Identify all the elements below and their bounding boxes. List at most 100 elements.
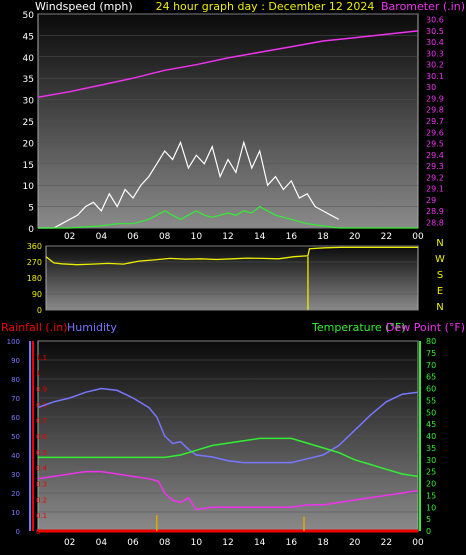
climate-x-tick-label: 10 (191, 538, 203, 548)
barometer-tick-label: 29.9 (426, 94, 444, 103)
climate-x-tick-label: 16 (286, 538, 298, 548)
temperature-tick-label: 55 (426, 396, 436, 405)
windspeed-tick-label: 10 (23, 182, 35, 192)
direction-panel: 090180270360 NWSEN (27, 238, 445, 315)
humidity-tick-label: 60 (11, 414, 20, 422)
wind-x-tick-label: 04 (96, 232, 108, 242)
wind-x-tick-label: 06 (127, 232, 139, 242)
wind-x-tick-label: 14 (254, 232, 266, 242)
climate-x-tick-label: 20 (349, 538, 361, 548)
windspeed-tick-label: 30 (23, 97, 35, 107)
wind-x-tick-labels: 02 04 06 08 10 12 14 16 18 20 22 00 (64, 232, 424, 242)
wind-x-tick-label: 00 (412, 232, 424, 242)
humidity-tick-label: 80 (11, 376, 20, 384)
rainfall-tick-label: 1.1 (36, 354, 47, 362)
barometer-tick-label: 29.4 (426, 151, 444, 160)
barometer-tick-label: 30.6 (426, 16, 444, 25)
wind-x-tick-label: 08 (159, 232, 171, 242)
temperature-tick-label: 50 (426, 408, 436, 417)
temperature-tick-label: 30 (426, 456, 436, 465)
windspeed-tick-label: 20 (23, 139, 35, 149)
barometer-tick-label: 29.6 (426, 128, 444, 137)
direction-tick-label: 270 (27, 258, 42, 267)
temperature-tick-label: 25 (426, 468, 436, 477)
barometer-tick-label: 30.2 (426, 61, 444, 70)
humidity-tick-label: 40 (11, 452, 20, 460)
humidity-tick-label: 10 (11, 509, 20, 517)
rainfall-tick-label: 0.7 (36, 417, 47, 425)
climate-x-tick-label: 14 (254, 538, 266, 548)
wind-panel: 05101520253035404550 28.828.92929.129.22… (23, 0, 465, 242)
windspeed-tick-label: 15 (23, 161, 34, 171)
barometer-tick-label: 28.8 (426, 218, 444, 227)
temperature-tick-label: 35 (426, 444, 436, 453)
barometer-tick-label: 29.1 (426, 185, 444, 194)
windspeed-axis-label: Windspeed (mph) (35, 0, 133, 13)
climate-panel: 0102030405060708090100 00.10.20.30.40.50… (1, 321, 465, 548)
humidity-axis-label: Humidity (67, 321, 117, 334)
weather-chart: 05101520253035404550 28.828.92929.129.22… (1, 0, 465, 548)
humidity-tick-label: 70 (11, 395, 20, 403)
compass-label: N (436, 238, 443, 249)
temperature-tick-label: 75 (426, 349, 436, 358)
windspeed-tick-label: 0 (28, 225, 34, 235)
windspeed-tick-label: 25 (23, 118, 34, 128)
temperature-tick-label: 5 (426, 515, 431, 524)
temperature-tick-label: 70 (426, 361, 436, 370)
climate-x-tick-label: 12 (222, 538, 233, 548)
humidity-tick-labels: 0 10 20 30 40 50 60 70 80 90 100 (7, 338, 20, 536)
rainfall-tick-label: 0.6 (36, 433, 48, 441)
barometer-tick-label: 30.5 (426, 27, 444, 36)
temperature-tick-label: 15 (426, 491, 436, 500)
barometer-tick-label: 29 (426, 196, 436, 205)
wind-x-tick-label: 18 (317, 232, 329, 242)
direction-tick-label: 90 (32, 290, 42, 299)
temperature-tick-label: 0 (426, 527, 431, 536)
humidity-tick-label: 50 (11, 433, 20, 441)
climate-x-tick-label: 00 (412, 538, 424, 548)
climate-x-tick-label: 18 (317, 538, 329, 548)
barometer-tick-label: 30.3 (426, 49, 444, 58)
windspeed-tick-label: 35 (23, 75, 34, 85)
rainfall-axis-label: Rainfall (.in) (1, 321, 68, 334)
windspeed-tick-label: 50 (23, 11, 35, 21)
windspeed-tick-label: 45 (23, 32, 34, 42)
direction-tick-label: 360 (27, 242, 42, 251)
temperature-tick-label: 45 (426, 420, 436, 429)
barometer-tick-label: 30 (426, 83, 436, 92)
dewpoint-axis-label: Dew Point (°F) (386, 321, 465, 334)
barometer-tick-label: 30.1 (426, 72, 444, 81)
humidity-tick-label: 0 (16, 528, 20, 536)
compass-label: S (437, 270, 443, 281)
rainfall-tick-label: 1 (36, 370, 40, 378)
rainfall-tick-label: 0.3 (36, 481, 47, 489)
climate-x-tick-label: 22 (381, 538, 392, 548)
windspeed-tick-labels: 0 5 10 15 20 25 30 35 40 45 50 (23, 11, 35, 235)
temperature-tick-label: 60 (426, 385, 436, 394)
wind-x-tick-label: 20 (349, 232, 361, 242)
wind-x-tick-label: 16 (286, 232, 298, 242)
barometer-tick-label: 29.8 (426, 106, 444, 115)
humidity-tick-label: 30 (11, 471, 20, 479)
temperature-tick-labels: 0 5 10 15 20 25 30 35 40 45 50 55 60 65 70 75 80 (426, 337, 436, 536)
temperature-tick-label: 10 (426, 503, 436, 512)
climate-x-tick-label: 02 (64, 538, 75, 548)
wind-x-tick-label: 22 (381, 232, 392, 242)
windspeed-tick-label: 5 (28, 204, 34, 214)
direction-tick-labels: 0 90 180 270 360 (27, 242, 42, 315)
wind-x-tick-label: 02 (64, 232, 75, 242)
barometer-tick-label: 29.3 (426, 162, 444, 171)
compass-label: E (437, 286, 443, 297)
humidity-tick-label: 20 (11, 490, 20, 498)
barometer-tick-label: 29.7 (426, 117, 444, 126)
wind-x-tick-label: 12 (222, 232, 233, 242)
wind-x-tick-label: 10 (191, 232, 203, 242)
temperature-tick-label: 20 (426, 480, 436, 489)
rainfall-tick-label: 0.5 (36, 449, 47, 457)
barometer-tick-label: 29.5 (426, 140, 444, 149)
compass-label: W (435, 254, 445, 265)
direction-tick-label: 0 (37, 306, 42, 315)
temperature-tick-label: 65 (426, 373, 436, 382)
rainfall-tick-label: 0.4 (36, 465, 48, 473)
windspeed-tick-label: 40 (23, 54, 35, 64)
